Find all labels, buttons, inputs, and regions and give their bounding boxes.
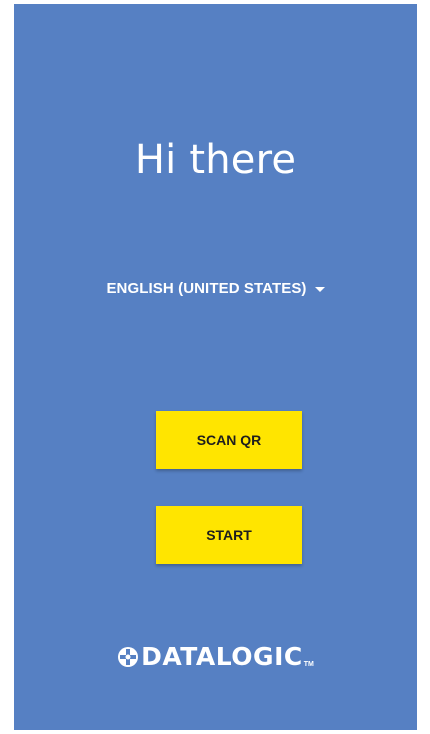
start-button[interactable]: START — [156, 506, 302, 564]
setup-wizard-screen: Hi there ENGLISH (UNITED STATES) SCAN QR… — [14, 4, 417, 730]
dropdown-arrow-icon — [314, 286, 325, 292]
language-selected-value: ENGLISH (UNITED STATES) — [106, 280, 307, 297]
datalogic-logo: DATALOGIC TM — [14, 644, 417, 670]
language-dropdown[interactable]: ENGLISH (UNITED STATES) — [14, 280, 417, 297]
page-title: Hi there — [134, 137, 297, 183]
scan-qr-button[interactable]: SCAN QR — [156, 411, 302, 469]
logo-wordmark: DATALOGIC — [141, 642, 303, 671]
datalogic-logo-mark-icon — [118, 647, 139, 667]
trademark-symbol: TM — [303, 661, 314, 668]
